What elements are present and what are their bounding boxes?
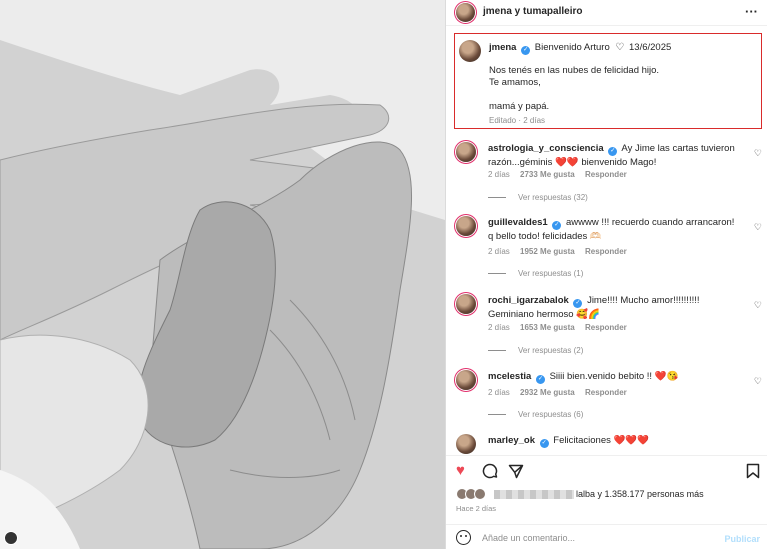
comment-meta: 2 días 2932 Me gusta Responder (488, 388, 635, 397)
comment-likes[interactable]: 1653 Me gusta (520, 323, 575, 332)
view-replies-button[interactable]: Ver respuestas (6) (488, 410, 583, 419)
commenter-avatar[interactable] (456, 434, 476, 454)
caption-body-line: Nos tenés en las nubes de felicidad hijo… (489, 65, 660, 76)
view-replies-button[interactable]: Ver respuestas (1) (488, 269, 583, 278)
verified-badge-icon: ✓ (552, 221, 562, 230)
comment-text: rochi_igarzabalok ✓ Jime!!!! Mucho amor!… (488, 294, 738, 321)
reply-button[interactable]: Responder (585, 388, 627, 397)
verified-badge-icon: ✓ (535, 375, 545, 384)
like-heart-icon[interactable]: ♥ (456, 463, 465, 479)
comment-meta: 2 días 1653 Me gusta Responder (488, 323, 635, 332)
comment-username[interactable]: mcelestia (488, 371, 531, 382)
bookmark-icon[interactable] (746, 463, 760, 483)
comment-body: Siiii bien.venido bebito !! ❤️😘 (549, 371, 679, 382)
caption-body-line: Te amamos, (489, 77, 541, 88)
comment-like-icon[interactable]: ♡ (754, 300, 762, 311)
commenter-avatar[interactable] (456, 216, 476, 236)
view-replies-button[interactable]: Ver respuestas (2) (488, 346, 583, 355)
emoji-icon[interactable] (456, 530, 471, 545)
post-side-panel: jmena y tumapalleiro ··· jmena ✓ Bienven… (445, 0, 767, 549)
liker-avatars (456, 488, 492, 500)
caption-text: Bienvenido Arturo (534, 42, 610, 53)
comment-body: Felicitaciones ❤️❤️❤️ (553, 435, 649, 446)
comment-likes[interactable]: 1952 Me gusta (520, 247, 575, 256)
comment-age: 2 días (488, 323, 510, 332)
comment-likes[interactable]: 2733 Me gusta (520, 170, 575, 179)
comment-input[interactable] (482, 530, 692, 546)
commenter-avatar[interactable] (456, 294, 476, 314)
reply-button[interactable]: Responder (585, 170, 627, 179)
comment-age: 2 días (488, 388, 510, 397)
caption-body: Nos tenés en las nubes de felicidad hijo… (489, 65, 659, 113)
reply-button[interactable]: Responder (585, 247, 627, 256)
post-header: jmena y tumapalleiro ··· (446, 0, 767, 26)
reply-button[interactable]: Responder (585, 323, 627, 332)
comment-icon[interactable] (482, 463, 498, 483)
post-photo[interactable] (0, 0, 445, 549)
post-time: Hace 2 días (456, 504, 497, 513)
caption-username[interactable]: jmena (489, 42, 516, 53)
comment-username[interactable]: marley_ok (488, 435, 535, 446)
tagged-user-icon[interactable] (4, 531, 18, 545)
comment-age: 2 días (488, 247, 510, 256)
comment-likes[interactable]: 2932 Me gusta (520, 388, 575, 397)
add-comment-bar: Publicar (446, 524, 767, 549)
caption-body-line: mamá y papá. (489, 101, 550, 112)
comment-meta: 2 días 2733 Me gusta Responder (488, 170, 635, 179)
likes-summary[interactable]: lalba y 1.358.177 personas más (456, 488, 756, 502)
caption-author-avatar[interactable] (459, 40, 481, 62)
commenter-avatar[interactable] (456, 142, 476, 162)
comment-username[interactable]: astrologia_y_consciencia (488, 143, 604, 154)
post-actions-bar: ♥ (446, 455, 767, 485)
verified-badge-icon: ✓ (521, 46, 531, 55)
comment-like-icon[interactable]: ♡ (754, 376, 762, 387)
verified-badge-icon: ✓ (573, 299, 583, 308)
comment-username[interactable]: rochi_igarzabalok (488, 295, 569, 306)
comment-text: mcelestia ✓ Siiii bien.venido bebito !! … (488, 370, 738, 384)
comment-age: 2 días (488, 170, 510, 179)
comment-text: guillevaldes1 ✓ awwww !!! recuerdo cuand… (488, 216, 738, 243)
view-replies-button[interactable]: Ver respuestas (32) (488, 193, 588, 202)
post-caption: jmena ✓ Bienvenido Arturo ♡ 13/6/2025 No… (454, 33, 762, 129)
comment-text: marley_ok ✓ Felicitaciones ❤️❤️❤️ (488, 434, 738, 448)
publish-button[interactable]: Publicar (724, 534, 760, 544)
commenter-avatar[interactable] (456, 370, 476, 390)
verified-badge-icon: ✓ (608, 147, 618, 156)
likes-count[interactable]: lalba y 1.358.177 personas más (576, 489, 704, 499)
post-authors[interactable]: jmena y tumapalleiro (483, 6, 582, 17)
comment-username[interactable]: guillevaldes1 (488, 217, 548, 228)
caption-date: 13/6/2025 (629, 42, 672, 53)
comment-like-icon[interactable]: ♡ (754, 148, 762, 159)
more-horizontal-icon[interactable]: ··· (745, 4, 758, 19)
comment-like-icon[interactable]: ♡ (754, 222, 762, 233)
comment-text: astrologia_y_consciencia ✓ Ay Jime las c… (488, 142, 738, 169)
blurred-username (494, 490, 574, 499)
heart-outline-icon: ♡ (615, 42, 625, 53)
caption-meta: Editado · 2 días (489, 116, 546, 125)
verified-badge-icon: ✓ (539, 439, 549, 448)
comment-meta: 2 días 1952 Me gusta Responder (488, 247, 635, 256)
caption-first-line: jmena ✓ Bienvenido Arturo ♡ 13/6/2025 (489, 42, 671, 55)
photo-hands-baby-foot (0, 0, 445, 549)
share-icon[interactable] (508, 463, 524, 483)
caption-body-line (489, 89, 659, 101)
author-avatar[interactable] (456, 3, 475, 22)
